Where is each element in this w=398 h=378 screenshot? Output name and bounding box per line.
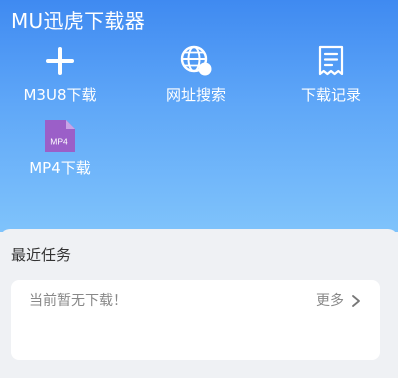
globe-search-icon	[180, 45, 212, 76]
web-search-label: 网址搜索	[165, 86, 226, 104]
empty-tasks-text: 当前暂无下载！	[29, 293, 127, 309]
web-search-button[interactable]: 网址搜索	[141, 44, 251, 114]
mp4-download-button[interactable]: MP4 MP4下载	[5, 119, 115, 189]
app-title: MU迅虎下载器	[11, 9, 145, 33]
m3u8-download-button[interactable]: M3U8下载	[5, 44, 115, 114]
mp4-file-badge: MP4	[50, 137, 68, 147]
more-tasks-label: 更多	[316, 293, 344, 309]
download-history-label: 下载记录	[300, 86, 361, 104]
header-banner: MU迅虎下载器 M3U8下载 网址搜索 下载记录 MP4 MP4下载	[0, 0, 398, 232]
plus-icon	[46, 47, 74, 75]
mp4-download-label: MP4下载	[29, 159, 91, 177]
m3u8-download-label: M3U8下载	[23, 86, 97, 104]
receipt-list-icon	[318, 45, 344, 76]
recent-tasks-section: 最近任务 当前暂无下载！ 更多	[0, 229, 398, 378]
app-screen: MU迅虎下载器 M3U8下载 网址搜索 下载记录 MP4 MP4下载 最近任务 …	[0, 0, 398, 378]
recent-tasks-card: 当前暂无下载！ 更多	[11, 280, 380, 360]
mp4-file-icon: MP4	[45, 120, 75, 152]
chevron-right-icon	[352, 295, 360, 307]
more-tasks-button[interactable]: 更多	[316, 291, 362, 311]
recent-tasks-title: 最近任务	[11, 246, 72, 264]
download-history-button[interactable]: 下载记录	[276, 44, 386, 114]
